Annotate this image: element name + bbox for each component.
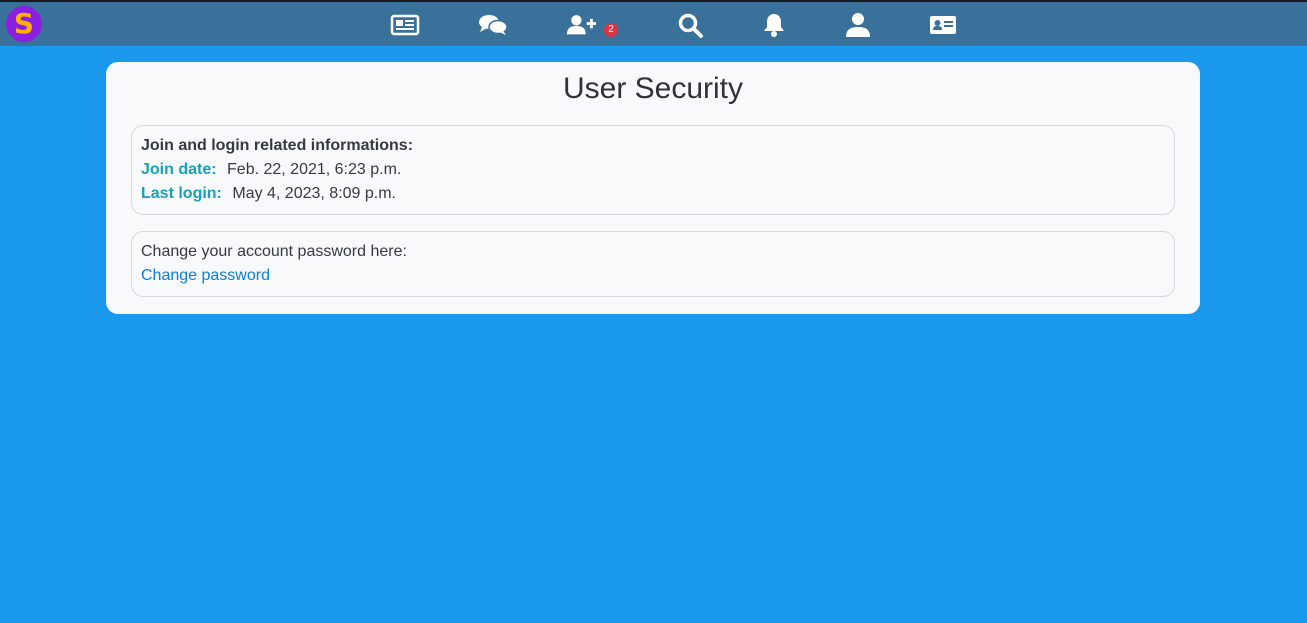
password-panel: Change your account password here: Chang… [131, 231, 1175, 297]
join-date-label: Join date: [141, 161, 217, 178]
page-title: User Security [562, 72, 744, 105]
change-password-link[interactable]: Change password [141, 267, 270, 284]
password-panel-text: Change your account password here: [141, 243, 407, 260]
logo-letter: S [13, 7, 35, 40]
user-icon[interactable] [842, 11, 874, 39]
bell-icon[interactable] [758, 11, 790, 39]
last-login-label: Last login: [141, 185, 222, 202]
join-login-panel: Join and login related informations: Joi… [131, 125, 1175, 215]
chat-bubbles-icon[interactable] [477, 11, 509, 39]
join-login-heading: Join and login related informations: [141, 137, 414, 154]
newspaper-icon[interactable] [389, 11, 421, 39]
site-logo[interactable]: S [6, 6, 42, 42]
last-login-value: May 4, 2023, 8:09 p.m. [232, 185, 396, 202]
friend-request-badge: 2 [604, 23, 618, 37]
join-date-row: Join date: Feb. 22, 2021, 6:23 p.m. [141, 158, 1165, 182]
search-icon[interactable] [675, 11, 707, 39]
last-login-row: Last login: May 4, 2023, 8:09 p.m. [141, 182, 1165, 206]
id-card-icon[interactable] [927, 11, 959, 39]
user-security-card: User Security Join and login related inf… [106, 62, 1200, 314]
user-plus-icon[interactable] [566, 11, 598, 39]
top-navbar: S 2 [0, 0, 1307, 46]
join-date-value: Feb. 22, 2021, 6:23 p.m. [227, 161, 402, 178]
